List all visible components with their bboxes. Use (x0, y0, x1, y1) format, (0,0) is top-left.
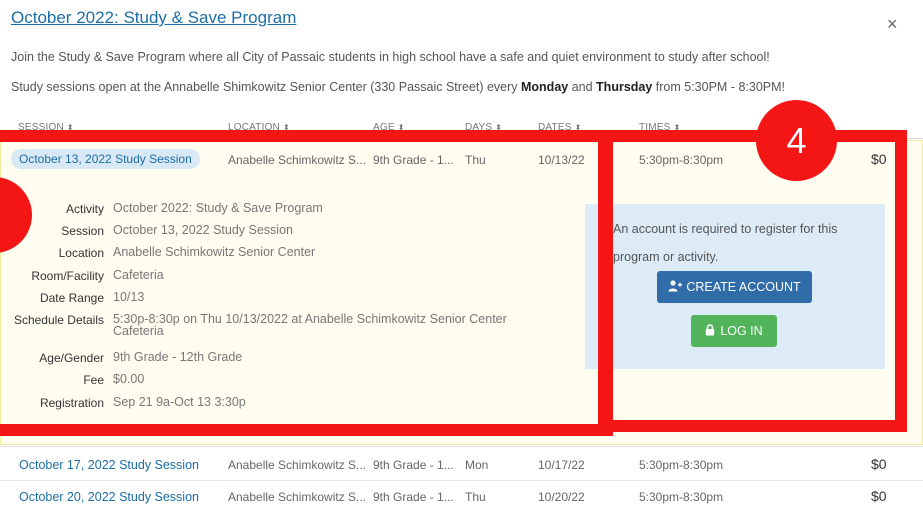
price-cell: $0 (871, 488, 887, 504)
desc-monday: Monday (521, 80, 569, 94)
days-cell: Mon (465, 458, 489, 472)
table-row: October 17, 2022 Study Session Anabelle … (0, 449, 923, 481)
description-line-1: Join the Study & Save Program where all … (11, 50, 770, 64)
age-cell: 9th Grade - 1... (373, 458, 454, 472)
location-cell: Anabelle Schimkowitz S... (228, 490, 367, 504)
table-row: October 20, 2022 Study Session Anabelle … (0, 481, 923, 513)
close-icon[interactable]: × (887, 14, 898, 35)
description-line-2: Study sessions open at the Annabelle Shi… (11, 80, 785, 94)
location-cell: Anabelle Schimkowitz S... (228, 458, 367, 472)
dates-cell: 10/20/22 (538, 490, 585, 504)
age-cell: 9th Grade - 1... (373, 490, 454, 504)
desc-and: and (568, 80, 597, 94)
program-title[interactable]: October 2022: Study & Save Program (11, 8, 296, 28)
annotation-box-left (0, 130, 613, 436)
session-link[interactable]: October 17, 2022 Study Session (19, 458, 199, 472)
row-divider (0, 446, 923, 447)
desc-text-b: from 5:30PM - 8:30PM! (652, 80, 785, 94)
times-cell: 5:30pm-8:30pm (639, 490, 724, 504)
days-cell: Thu (465, 490, 486, 504)
desc-text-a: Study sessions open at the Annabelle Shi… (11, 80, 521, 94)
dates-cell: 10/17/22 (538, 458, 585, 472)
price-cell: $0 (871, 456, 887, 472)
times-cell: 5:30pm-8:30pm (639, 458, 724, 472)
session-link[interactable]: October 20, 2022 Study Session (19, 490, 199, 504)
annotation-box-right (598, 130, 907, 432)
annotation-marker-4: 4 (756, 100, 837, 181)
desc-thursday: Thursday (596, 80, 653, 94)
